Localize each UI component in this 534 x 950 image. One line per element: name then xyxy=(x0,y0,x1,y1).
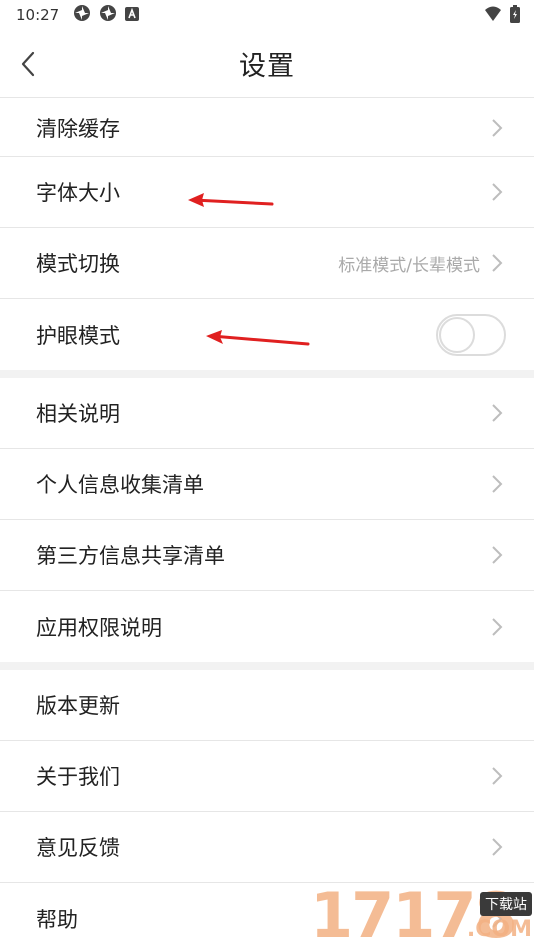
settings-list: 清除缓存 字体大小 模式切换 标准模式/长辈模式 护眼模式 相关说明 个人信息收… xyxy=(0,99,534,950)
settings-item-label: 清除缓存 xyxy=(36,116,120,141)
watermark-suffix: .COM xyxy=(466,917,532,942)
status-bar: 10:27 xyxy=(0,0,534,30)
mode-switch-value: 标准模式/长辈模式 xyxy=(338,255,480,276)
settings-item-label: 应用权限说明 xyxy=(36,615,162,640)
annotation-arrow-font-size xyxy=(188,193,274,207)
settings-item-label: 个人信息收集清单 xyxy=(36,473,204,497)
chevron-right-icon xyxy=(490,836,504,858)
settings-item-label: 关于我们 xyxy=(36,765,120,789)
pinwheel-icon xyxy=(99,4,117,26)
settings-item-mode-switch[interactable]: 模式切换 标准模式/长辈模式 xyxy=(0,228,534,299)
watermark-logo: 17178 下载站 .COM xyxy=(310,885,534,950)
chevron-right-icon xyxy=(490,544,504,566)
page-title: 设置 xyxy=(239,51,295,82)
header: 设置 xyxy=(0,30,534,98)
section-divider xyxy=(0,662,534,670)
settings-item-label: 第三方信息共享清单 xyxy=(36,544,225,568)
status-time: 10:27 xyxy=(16,6,60,24)
chevron-right-icon xyxy=(490,117,504,139)
chevron-right-icon xyxy=(490,616,504,638)
section-divider xyxy=(0,370,534,378)
chevron-right-icon xyxy=(490,473,504,495)
pinwheel-icon xyxy=(73,4,91,26)
annotation-arrow-eye-protection xyxy=(206,330,310,346)
chevron-right-icon xyxy=(490,765,504,787)
settings-item-version-update[interactable]: 版本更新 xyxy=(0,670,534,741)
battery-icon xyxy=(510,5,520,27)
toggle-knob xyxy=(439,316,475,353)
settings-item-third-party-sharing[interactable]: 第三方信息共享清单 xyxy=(0,520,534,591)
back-button[interactable] xyxy=(10,44,46,84)
settings-item-clear-cache[interactable]: 清除缓存 xyxy=(0,99,534,157)
eye-protection-toggle[interactable] xyxy=(436,313,506,356)
chevron-right-icon xyxy=(490,402,504,424)
chevron-right-icon xyxy=(490,181,504,203)
settings-item-label: 意见反馈 xyxy=(36,836,120,860)
chevron-right-icon xyxy=(490,252,504,274)
settings-item-label: 模式切换 xyxy=(36,252,120,276)
settings-item-label: 相关说明 xyxy=(36,402,120,426)
chevron-left-icon xyxy=(21,51,35,77)
settings-item-app-permissions[interactable]: 应用权限说明 xyxy=(0,591,534,662)
settings-item-personal-info-list[interactable]: 个人信息收集清单 xyxy=(0,449,534,520)
a-icon xyxy=(125,6,140,25)
wifi-icon xyxy=(484,6,502,26)
settings-item-label: 版本更新 xyxy=(36,694,120,718)
settings-item-related-info[interactable]: 相关说明 xyxy=(0,378,534,449)
settings-item-about-us[interactable]: 关于我们 xyxy=(0,741,534,812)
settings-item-feedback[interactable]: 意见反馈 xyxy=(0,812,534,883)
watermark-badge: 下载站 xyxy=(480,892,532,916)
